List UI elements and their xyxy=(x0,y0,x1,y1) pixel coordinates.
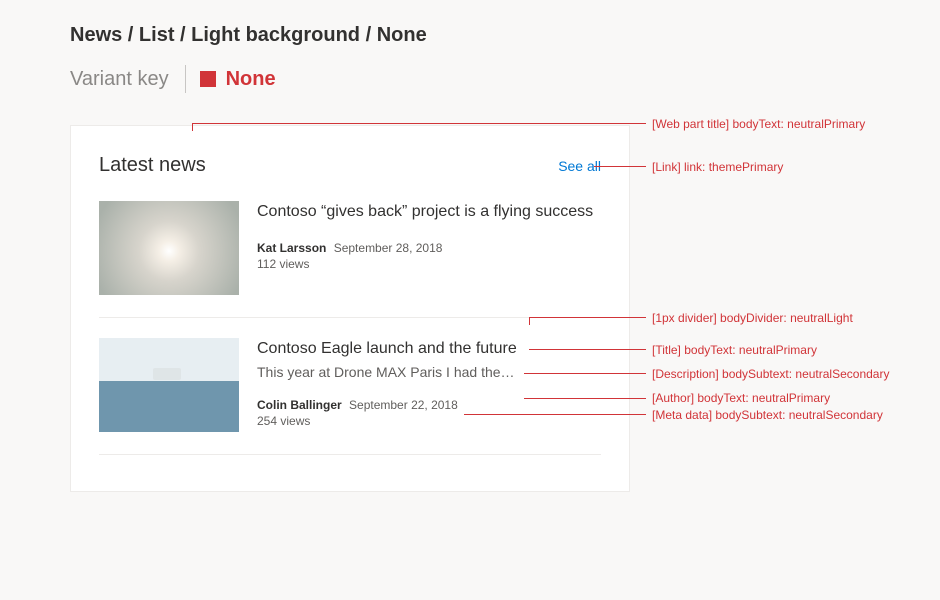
variant-swatch xyxy=(200,71,216,87)
item-divider xyxy=(99,454,601,455)
news-author: Colin Ballinger xyxy=(257,398,342,412)
news-description: This year at Drone MAX Paris I had the… xyxy=(257,364,601,380)
annotation-meta: [Meta data] bodySubtext: neutralSecondar… xyxy=(652,408,883,422)
annotation-lead xyxy=(594,166,646,167)
annotation-link: [Link] link: themePrimary xyxy=(652,160,783,174)
annotation-lead xyxy=(464,414,646,415)
breadcrumb: News / List / Light background / None xyxy=(70,24,916,47)
news-views: 254 views xyxy=(257,414,601,428)
news-item[interactable]: Contoso “gives back” project is a flying… xyxy=(99,197,601,311)
variant-label: Variant key xyxy=(70,68,185,91)
variant-value: None xyxy=(226,68,276,91)
news-title: Contoso “gives back” project is a flying… xyxy=(257,201,601,223)
news-webpart: Latest news See all Contoso “gives back”… xyxy=(70,125,630,492)
news-views: 112 views xyxy=(257,257,601,271)
item-divider xyxy=(99,317,601,318)
annotation-webpart-title: [Web part title] bodyText: neutralPrimar… xyxy=(652,117,865,131)
annotation-author: [Author] bodyText: neutralPrimary xyxy=(652,391,830,405)
annotation-title: [Title] bodyText: neutralPrimary xyxy=(652,343,817,357)
annotation-lead xyxy=(529,349,646,350)
annotation-lead xyxy=(529,317,530,325)
thumbnail-image xyxy=(99,338,239,432)
news-item[interactable]: Contoso Eagle launch and the future This… xyxy=(99,334,601,448)
news-date: September 28, 2018 xyxy=(334,241,443,255)
canvas: Latest news See all Contoso “gives back”… xyxy=(70,125,916,492)
annotation-description: [Description] bodySubtext: neutralSecond… xyxy=(652,367,889,381)
annotation-divider: [1px divider] bodyDivider: neutralLight xyxy=(652,311,853,325)
variant-divider xyxy=(185,65,186,93)
webpart-title: Latest news xyxy=(99,154,206,177)
news-author: Kat Larsson xyxy=(257,241,326,255)
news-date: September 22, 2018 xyxy=(349,398,458,412)
annotation-lead xyxy=(192,123,193,131)
annotation-lead xyxy=(529,317,646,318)
annotation-lead xyxy=(524,373,646,374)
variant-key-row: Variant key None xyxy=(70,65,916,93)
thumbnail-image xyxy=(99,201,239,295)
annotation-lead xyxy=(524,398,646,399)
annotation-lead xyxy=(192,123,646,124)
